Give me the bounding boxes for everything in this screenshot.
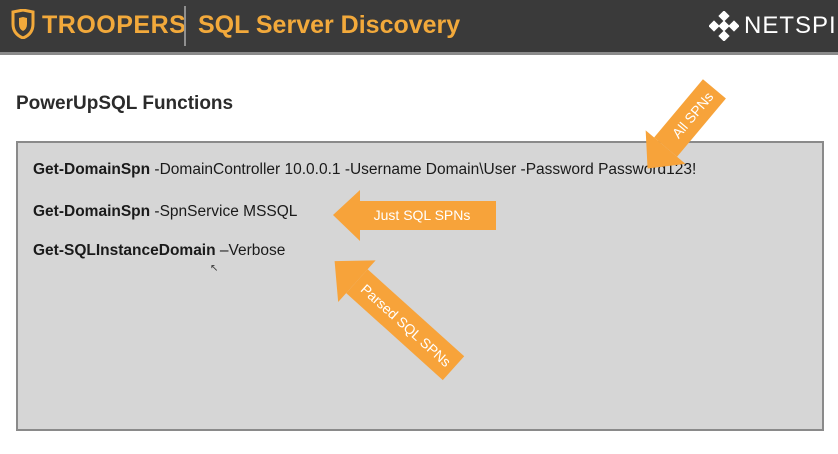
parsed-sql-spns-callout: Parsed SQL SPNs	[334, 260, 465, 381]
mouse-cursor-icon: ↖	[210, 263, 219, 274]
just-sql-spns-callout: Just SQL SPNs	[333, 190, 496, 241]
just-sql-spns-label: Just SQL SPNs	[374, 207, 471, 223]
parsed-sql-spns-label: Parsed SQL SPNs	[358, 281, 454, 370]
callout-arrows: All SPNs Just SQL SPNs Parsed SQL SPNs	[333, 79, 726, 381]
all-spns-callout: All SPNs	[645, 79, 726, 169]
